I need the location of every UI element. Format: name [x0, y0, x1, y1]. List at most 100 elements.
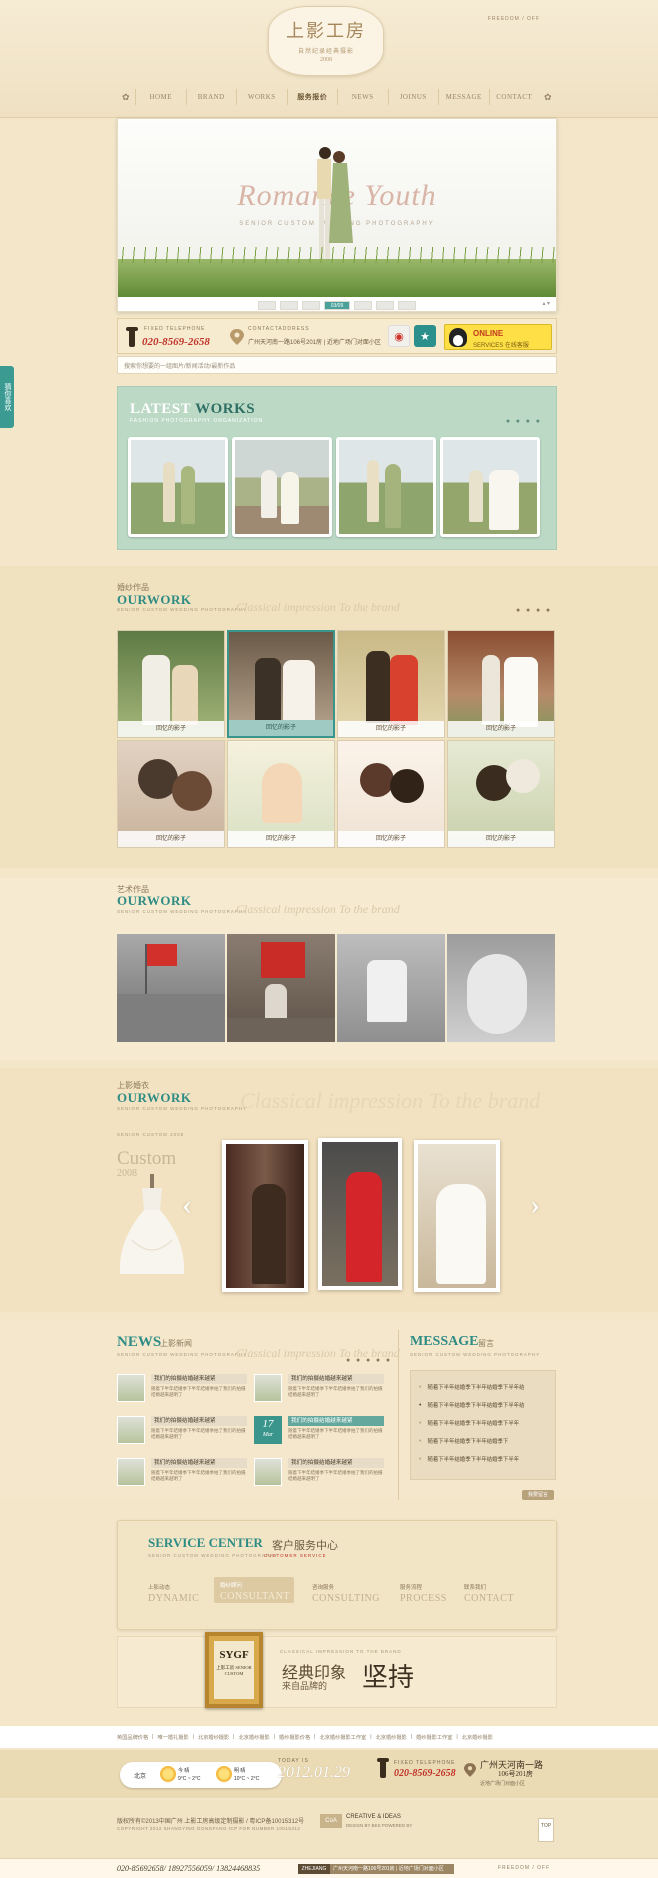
side-tab-recommend[interactable]: 猜你喜欢 — [0, 366, 14, 428]
pager-dot[interactable] — [398, 300, 416, 310]
latest-work-thumb[interactable] — [336, 437, 436, 537]
news-item[interactable]: 我们的拍摄结婚越来越紧 随着下半年结婚季下半年结婚季拍了我们的拍摄结婚越来越明了 — [117, 1416, 247, 1454]
nav-contact[interactable]: CONTACT — [488, 89, 540, 105]
weibo-icon[interactable]: ◉ — [388, 325, 410, 347]
banner-pager: 03/09 — [118, 297, 556, 311]
footer-link[interactable]: 婚纱摄影工作室 — [416, 1734, 452, 1741]
service-consulting[interactable]: 咨询服务 CONSULTING — [312, 1583, 380, 1604]
star-icon[interactable]: ★ — [414, 325, 436, 347]
pager-dot[interactable] — [258, 300, 276, 310]
nav-brand[interactable]: BRAND — [185, 89, 237, 105]
address-label: CONTACTADDRESS — [248, 326, 310, 332]
credit-badge[interactable]: CoA — [320, 1814, 342, 1828]
footer-link[interactable]: 北京婚纱摄影 — [239, 1734, 270, 1741]
nav-message[interactable]: MESSAGE — [438, 89, 489, 105]
footer-link[interactable]: 北京婚纱摄影 — [462, 1734, 493, 1741]
message-row[interactable]: 随着下半年结婚季下半年结婚季下半年 — [419, 1419, 519, 1427]
work-photo[interactable]: 回忆的影子 — [227, 740, 335, 848]
work-photo-caption: 回忆的影子 — [338, 831, 444, 847]
qq-online-service-button[interactable]: ONLINE SERVICES 在线客服 — [444, 324, 552, 350]
logo[interactable]: 上影工房 自然纪录经典摄影 2008 — [268, 6, 384, 76]
leave-message-button[interactable]: 我要留言 — [522, 1490, 554, 1500]
service-contact[interactable]: 联系我们 CONTACT — [464, 1583, 514, 1604]
message-row[interactable]: 随着下半年结婚季下半年结婚季下半年结 — [419, 1401, 524, 1409]
service-consultant-selected[interactable]: 婚纱顾问 CONSULTANT — [214, 1577, 294, 1603]
sygf-plaque: SYGF 上影工房 SENIOR CUSTOM — [205, 1632, 263, 1708]
qq-penguin-icon — [449, 328, 467, 347]
art-photo[interactable] — [117, 934, 225, 1042]
work-photo[interactable]: 回忆的影子 — [337, 630, 445, 738]
plaque-subtext: 上影工房 SENIOR CUSTOM — [216, 1665, 252, 1676]
service-process[interactable]: 服务流程 PROCESS — [400, 1583, 447, 1604]
bottom-language-toggle[interactable]: FREEDOM / OFF — [498, 1865, 550, 1871]
news-item-title[interactable]: 我们的拍摄结婚越来越紧 — [151, 1416, 247, 1426]
footer-link[interactable]: 婚纱摄影价格 — [279, 1734, 310, 1741]
news-pager[interactable]: ● ● ● ● ● — [346, 1356, 392, 1364]
news-item[interactable]: 我们的拍摄结婚越来越紧 随着下半年结婚季下半年结婚季拍了我们的拍摄结婚越来越明了 — [117, 1458, 247, 1496]
work-photo[interactable]: 回忆的影子 — [447, 740, 555, 848]
language-toggle[interactable]: FREEDOM / OFF — [488, 16, 540, 22]
dress-photo[interactable] — [414, 1140, 500, 1292]
nav-news[interactable]: NEWS — [337, 89, 388, 105]
message-row[interactable]: 随着下半年结婚季下半年结婚季下半年 — [419, 1455, 519, 1463]
nav-works[interactable]: WORKS — [236, 89, 287, 105]
hero-banner[interactable]: Romance Youth SENIOR CUSTOM WEDDING PHOT… — [117, 118, 557, 312]
today-date: 2012.01.29 — [278, 1764, 350, 1781]
service-subtitle: SENIOR CUSTOM WEDDING PHOTOGRAPHY — [148, 1553, 279, 1558]
carousel-next-arrow[interactable]: › — [530, 1188, 540, 1222]
location-icon — [464, 1763, 476, 1777]
wedding-works-pager[interactable]: ● ● ● ● — [516, 606, 552, 614]
nav-pricing[interactable]: 服务报价 — [286, 89, 338, 105]
news-thumb — [117, 1416, 145, 1444]
dress-photo-selected[interactable] — [318, 1138, 402, 1290]
work-photo[interactable]: 回忆的影子 — [117, 630, 225, 738]
footer-link[interactable]: 北京婚纱摄影 — [198, 1734, 229, 1741]
work-photo-selected[interactable]: 回忆的影子 — [227, 630, 335, 738]
search-input[interactable]: 搜索你想要的一组图片/新闻活动/最新作品 — [117, 356, 557, 374]
news-item-title[interactable]: 我们的拍摄结婚越来越紧 — [288, 1416, 384, 1426]
back-to-top-button[interactable]: TOP — [538, 1818, 554, 1842]
footer-link[interactable]: 英国品牌价格 — [117, 1734, 148, 1741]
news-item[interactable]: 我们的拍摄结婚越来越紧 随着下半年结婚季下半年结婚季拍了我们的拍摄结婚越来越明了 — [254, 1458, 384, 1496]
service-cn-title: 客户服务中心 — [272, 1540, 338, 1552]
nav-home[interactable]: HOME — [135, 89, 186, 105]
news-item-title[interactable]: 我们的拍摄结婚越来越紧 — [288, 1374, 384, 1384]
banner-arrows[interactable]: ▴ ▾ — [542, 300, 550, 307]
work-photo[interactable]: 回忆的影子 — [337, 740, 445, 848]
dress-photo[interactable] — [222, 1140, 308, 1292]
art-photo[interactable] — [447, 934, 555, 1042]
art-photo[interactable] — [227, 934, 335, 1042]
latest-work-thumb[interactable] — [232, 437, 332, 537]
news-item[interactable]: 我们的拍摄结婚越来越紧 随着下半年结婚季下半年结婚季拍了我们的拍摄结婚越来越明了 — [117, 1374, 247, 1412]
pager-current[interactable]: 03/09 — [324, 300, 350, 310]
message-row[interactable]: 随着下半年结婚季下半年结婚季下 — [419, 1437, 508, 1445]
pager-dot[interactable] — [302, 300, 320, 310]
latest-work-thumb[interactable] — [128, 437, 228, 537]
news-item-highlighted[interactable]: 17 Mar 我们的拍摄结婚越来越紧 随着下半年结婚季下半年结婚季拍了我们的拍摄结… — [254, 1416, 384, 1454]
pager-dot[interactable] — [354, 300, 372, 310]
nav-joinus[interactable]: JOINUS — [387, 89, 439, 105]
wedding-dress-subtitle: SENIOR CUSTOM WEDDING PHOTOGRAPHY — [117, 1106, 248, 1111]
footer-link[interactable]: 北京婚纱摄影 — [376, 1734, 407, 1741]
pager-dot[interactable] — [280, 300, 298, 310]
latest-work-thumb[interactable] — [440, 437, 540, 537]
weather-city: 北京 — [134, 1774, 147, 1780]
footer-link[interactable]: 北京婚纱摄影工作室 — [320, 1734, 367, 1741]
latest-works-pager[interactable]: ● ● ● ● — [506, 417, 542, 425]
art-photo[interactable] — [337, 934, 445, 1042]
news-thumb — [117, 1458, 145, 1486]
work-photo[interactable]: 回忆的影子 — [447, 630, 555, 738]
pager-dot[interactable] — [376, 300, 394, 310]
footer-link[interactable]: 唯一婚礼摄影 — [158, 1734, 189, 1741]
news-item-title[interactable]: 我们的拍摄结婚越来越紧 — [151, 1374, 247, 1384]
message-row[interactable]: 随着下半年结婚季下半年结婚季下半年结 — [419, 1383, 524, 1391]
news-item-title[interactable]: 我们的拍摄结婚越来越紧 — [151, 1458, 247, 1468]
carousel-prev-arrow[interactable]: ‹ — [182, 1188, 192, 1222]
phone-number: 020-8569-2658 — [142, 336, 210, 348]
copyright-en: COPYRIGHT 2012 SHANGYING GONGFANG ICP FO… — [117, 1826, 301, 1831]
news-item-title[interactable]: 我们的拍摄结婚越来越紧 — [288, 1458, 384, 1468]
work-photo[interactable]: 回忆的影子 — [117, 740, 225, 848]
service-dynamic[interactable]: 上影动态 DYNAMIC — [148, 1583, 199, 1604]
service-title: SERVICE CENTER — [148, 1535, 263, 1550]
news-item[interactable]: 我们的拍摄结婚越来越紧 随着下半年结婚季下半年结婚季拍了我们的拍摄结婚越来越明了 — [254, 1374, 384, 1412]
